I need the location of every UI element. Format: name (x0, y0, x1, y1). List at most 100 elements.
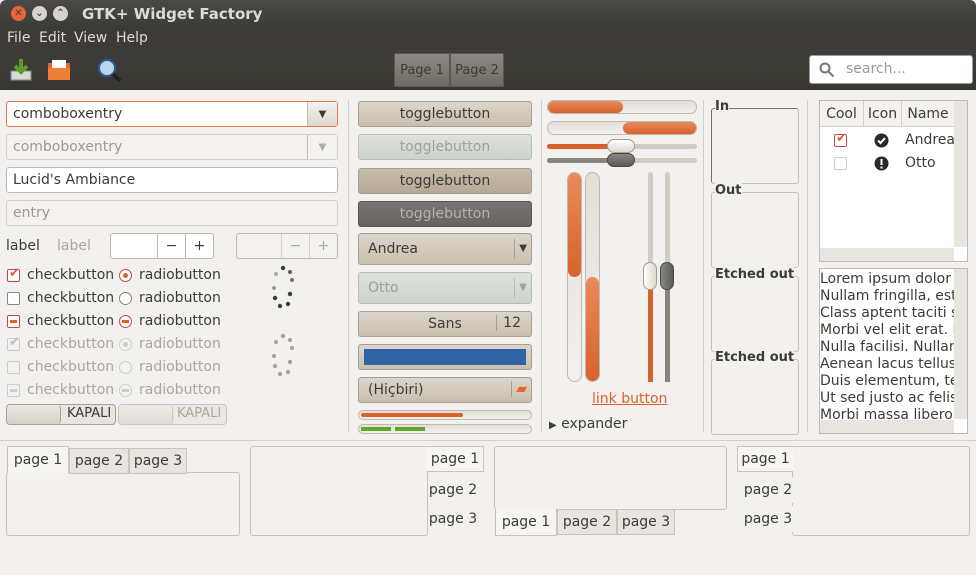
menu-help[interactable]: Help (116, 30, 148, 46)
tab-page-1[interactable]: Page 1 (394, 53, 450, 87)
text-view[interactable]: Lorem ipsum dolor s Nullam fringilla, es… (819, 268, 968, 434)
progress-bar-v2 (585, 172, 600, 382)
separator (0, 440, 976, 441)
row-name[interactable]: Otto (905, 155, 936, 171)
download-icon[interactable] (8, 57, 34, 83)
notebook-4-tab-3[interactable]: page 3 (743, 506, 793, 532)
radiobutton-selected[interactable] (119, 269, 132, 282)
zoom-icon[interactable] (96, 57, 122, 83)
notebook-3-tab-2[interactable]: page 2 (557, 509, 617, 535)
progress-fill (586, 277, 599, 381)
switch-off[interactable]: KAPALI (6, 404, 116, 425)
menu-edit[interactable]: Edit (39, 30, 66, 46)
switch-handle[interactable] (7, 405, 61, 424)
notebook-2-tab-2[interactable]: page 2 (428, 477, 478, 503)
scale-handle[interactable] (643, 262, 657, 290)
expander-arrow-icon: ▶ (549, 420, 557, 431)
row-checkbox-checked[interactable]: ✔ (834, 131, 847, 147)
combobox-andrea[interactable]: Andrea ▼ (358, 233, 532, 265)
scale-handle[interactable] (607, 153, 635, 167)
chevron-down-icon[interactable]: ▼ (307, 102, 337, 126)
radiobutton[interactable] (119, 292, 132, 305)
frame-etched (711, 359, 799, 435)
expander[interactable]: ▶ expander (549, 416, 627, 432)
vertical-scrollbar[interactable] (954, 269, 967, 419)
column-header-cool[interactable]: Cool (820, 101, 864, 127)
horizontal-scrollbar[interactable] (820, 248, 954, 261)
notebook-1-page (6, 472, 240, 536)
checkbutton-unchecked[interactable] (7, 292, 20, 305)
maximize-icon[interactable]: ⌃ (53, 6, 68, 21)
entry-1[interactable]: Lucid's Ambiance (6, 167, 338, 193)
checkbutton-inconsistent[interactable] (7, 315, 20, 328)
comboboxentry-1[interactable]: comboboxentry ▼ (6, 101, 338, 127)
frame-label: Out (715, 183, 742, 198)
notebook-4-page (792, 446, 970, 536)
checkbutton-disabled: ✔ (7, 335, 20, 351)
notebook-1-tab-2[interactable]: page 2 (69, 448, 129, 474)
radiobutton-label: radiobutton (139, 359, 221, 375)
search-icon (819, 62, 835, 78)
font-button[interactable]: Sans 12 (358, 311, 532, 337)
notebook-4-tab-2[interactable]: page 2 (743, 477, 793, 503)
check-circle-icon (874, 133, 889, 148)
frame-etched (711, 276, 799, 352)
file-chooser-button[interactable]: (Hiçbiri) ▰ (358, 377, 532, 403)
combo-text: comboboxentry (13, 106, 123, 122)
notebook-2-tab-3[interactable]: page 3 (428, 506, 478, 532)
tree-view[interactable]: Cool Icon Name ✔ Andrea Otto (819, 100, 968, 262)
spin-minus[interactable]: − (157, 234, 185, 258)
scale-handle[interactable] (660, 262, 674, 290)
spinbutton[interactable]: − + (110, 233, 214, 259)
combo-text: comboboxentry (13, 139, 123, 155)
column-header-name[interactable]: Name (902, 101, 954, 127)
text-content[interactable]: Lorem ipsum dolor s Nullam fringilla, es… (820, 271, 954, 424)
radiobutton-label: radiobutton (139, 290, 221, 306)
minimize-icon[interactable]: ⌄ (32, 6, 47, 21)
notebook-3-page (494, 446, 727, 510)
text-line: Lorem ipsum dolor s (820, 271, 954, 287)
chevron-down-icon: ▼ (307, 135, 337, 159)
titlebar[interactable]: ✕ ⌄ ⌃ GTK+ Widget Factory (0, 0, 976, 28)
color-button[interactable] (358, 344, 532, 370)
spin-plus[interactable]: + (185, 234, 213, 258)
search-field[interactable]: search... (809, 55, 973, 84)
notebook-4-tab-1[interactable]: page 1 (737, 446, 793, 472)
menu-view[interactable]: View (74, 30, 107, 46)
link-button[interactable]: link button (592, 391, 667, 407)
file-chooser-label: (Hiçbiri) (368, 382, 424, 398)
checkbutton-label: checkbutton (27, 336, 115, 352)
checkbutton-label: checkbutton (27, 382, 115, 398)
text-line: Aenean lacus tellus, (820, 356, 954, 372)
togglebutton-1[interactable]: togglebutton (358, 101, 532, 127)
chevron-down-icon[interactable]: ▼ (514, 239, 527, 259)
notebook-2-tab-1[interactable]: page 1 (427, 446, 484, 472)
togglebutton-3[interactable]: togglebutton (358, 168, 532, 194)
notebook-1-tab-1[interactable]: page 1 (7, 446, 69, 473)
close-icon[interactable]: ✕ (11, 6, 26, 21)
open-folder-icon[interactable] (46, 57, 72, 83)
checkbutton-checked[interactable]: ✔ (7, 266, 20, 282)
frame-label: Etched out (715, 267, 795, 282)
vertical-scrollbar[interactable] (954, 101, 967, 247)
warning-circle-icon (874, 156, 889, 171)
togglebutton-4: togglebutton (358, 201, 532, 227)
row-checkbox[interactable] (834, 157, 847, 170)
progress-fill (623, 122, 696, 134)
radiobutton-inconsistent[interactable] (119, 315, 132, 328)
switch-label: KAPALI (177, 406, 222, 421)
horizontal-scrollbar[interactable] (820, 420, 954, 433)
radiobutton-disabled (119, 384, 132, 397)
tab-page-2[interactable]: Page 2 (450, 53, 504, 87)
notebook-3-tab-1[interactable]: page 1 (495, 509, 557, 536)
separator (541, 100, 542, 432)
row-name[interactable]: Andrea (905, 132, 955, 148)
column-header-icon[interactable]: Icon (864, 101, 902, 127)
menu-file[interactable]: File (7, 30, 30, 46)
notebook-1-tab-3[interactable]: page 3 (129, 448, 187, 474)
scale-handle[interactable] (607, 139, 635, 153)
notebook-3-tab-3[interactable]: page 3 (617, 509, 675, 535)
checkbutton-disabled (7, 384, 20, 397)
separator (807, 100, 808, 432)
chevron-down-icon: ▼ (514, 278, 527, 298)
